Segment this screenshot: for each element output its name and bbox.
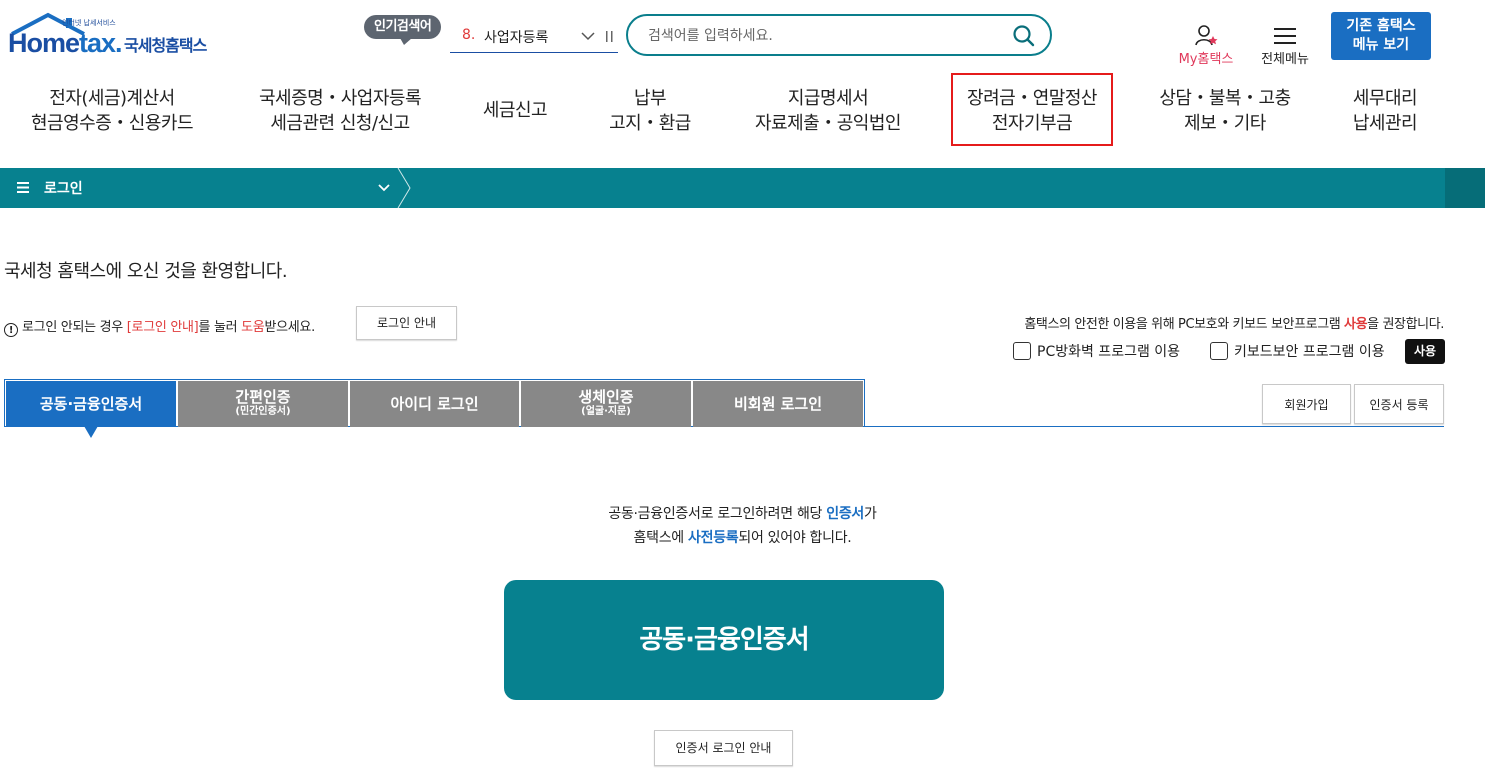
certificate-description-line2: 홈택스에 사전등록되어 있어야 합니다. bbox=[0, 527, 1485, 547]
tab-id-login[interactable]: 아이디 로그인 bbox=[350, 381, 519, 427]
desc2-post: 되어 있어야 합니다. bbox=[738, 530, 852, 546]
certificate-description-line1: 공동·금융인증서로 로그인하려면 해당 인증서가 bbox=[0, 503, 1485, 523]
legacy-menu-button[interactable]: 기존 홈택스 메뉴 보기 bbox=[1331, 12, 1431, 60]
tab-joint-certificate[interactable]: 공동·금융인증서 bbox=[6, 381, 176, 427]
nav-line2: 현금영수증・신용카드 bbox=[30, 113, 194, 134]
nav-line1: 상담・불복・고충 bbox=[1159, 88, 1291, 109]
breadcrumb-current[interactable]: 로그인 bbox=[44, 178, 83, 198]
popular-search-ticker[interactable]: 8. 사업자등록 bbox=[450, 24, 618, 53]
breadcrumb-separator bbox=[397, 168, 411, 208]
menu-list-icon[interactable] bbox=[17, 182, 29, 193]
help-link: [로그인 안내] bbox=[126, 320, 199, 335]
legacy-menu-line2: 메뉴 보기 bbox=[1352, 37, 1410, 53]
nav-line1: 세무대리 bbox=[1352, 88, 1418, 109]
logo-home-text: Home bbox=[8, 28, 80, 58]
chevron-down-icon[interactable] bbox=[378, 184, 390, 192]
all-menu-button[interactable]: 전체메뉴 bbox=[1258, 24, 1312, 68]
tab-guest-login[interactable]: 비회원 로그인 bbox=[693, 381, 863, 427]
help-post: 받으세요. bbox=[264, 320, 315, 335]
nav-tax-filing[interactable]: 세금신고 bbox=[470, 98, 560, 123]
search-input[interactable] bbox=[646, 24, 1010, 48]
nav-line1: 지급명세서 bbox=[787, 88, 869, 109]
help-mid: 를 눌러 bbox=[198, 320, 242, 335]
desc2-blue: 사전등록 bbox=[688, 530, 739, 546]
certificate-login-button[interactable]: 공동·금융인증서 bbox=[504, 580, 944, 700]
nav-payment[interactable]: 납부고지・환급 bbox=[595, 86, 705, 136]
security-post: 을 권장합니다. bbox=[1367, 317, 1444, 332]
pause-icon[interactable] bbox=[605, 30, 615, 43]
tab-sublabel: (민간인증서) bbox=[235, 406, 291, 417]
firewall-label: PC방화벽 프로그램 이용 bbox=[1037, 344, 1181, 360]
popular-word[interactable]: 사업자등록 bbox=[484, 27, 548, 47]
login-help-text: ! 로그인 안되는 경우 [로그인 안내]를 눌러 도움받으세요. bbox=[4, 316, 315, 337]
nav-line1: 전자(세금)계산서 bbox=[49, 88, 175, 109]
popular-search-badge: 인기검색어 bbox=[364, 15, 442, 39]
tab-label: 공동·금융인증서 bbox=[39, 395, 143, 413]
certificate-register-button[interactable]: 인증서 등록 bbox=[1354, 384, 1444, 424]
tab-simple-auth[interactable]: 간편인증 (민간인증서) bbox=[178, 381, 348, 427]
all-menu-label: 전체메뉴 bbox=[1261, 52, 1309, 67]
desc1-blue: 인증서 bbox=[826, 506, 865, 522]
search-icon[interactable] bbox=[1012, 24, 1036, 48]
help-red: 도움 bbox=[241, 320, 265, 335]
keyboard-security-checkbox[interactable]: 키보드보안 프로그램 이용 bbox=[1210, 341, 1385, 361]
nav-line2: 세금관련 신청/신고 bbox=[270, 113, 410, 134]
breadcrumb-bar-end bbox=[1445, 168, 1485, 208]
user-star-icon bbox=[1195, 25, 1218, 46]
nav-consultation[interactable]: 상담・불복・고충제보・기타 bbox=[1145, 86, 1305, 136]
popular-rank: 8. bbox=[462, 27, 476, 43]
active-tab-pointer bbox=[84, 426, 98, 438]
info-icon: ! bbox=[4, 323, 18, 337]
nav-line2: 납세관리 bbox=[1352, 113, 1418, 134]
nav-line2: 고지・환급 bbox=[609, 113, 691, 134]
badge-pointer-icon bbox=[400, 38, 412, 45]
nav-line1: 국세증명・사업자등록 bbox=[258, 88, 422, 109]
logo-korean-name: 국세청홈택스 bbox=[124, 36, 207, 55]
checkbox[interactable] bbox=[1210, 342, 1228, 360]
security-red: 사용 bbox=[1344, 317, 1368, 332]
help-pre: 로그인 안되는 경우 bbox=[22, 320, 127, 335]
nav-certificates[interactable]: 국세증명・사업자등록세금관련 신청/신고 bbox=[242, 86, 438, 136]
checkbox[interactable] bbox=[1013, 342, 1031, 360]
nav-highlight-box bbox=[951, 73, 1113, 146]
tab-label: 비회원 로그인 bbox=[733, 395, 823, 413]
tab-label: 간편인증 bbox=[235, 388, 291, 406]
desc2-pre: 홈택스에 bbox=[633, 530, 689, 546]
desc1-post: 가 bbox=[864, 506, 877, 522]
tab-label: 생체인증 bbox=[578, 388, 634, 406]
my-hometax-label: My홈택스 bbox=[1178, 52, 1234, 67]
nav-line2: 자료제출・공익법인 bbox=[755, 113, 901, 134]
nav-payment-statement[interactable]: 지급명세서자료제출・공익법인 bbox=[742, 86, 914, 136]
welcome-heading: 국세청 홈택스에 오신 것을 환영합니다. bbox=[4, 261, 288, 282]
my-hometax-button[interactable]: My홈택스 bbox=[1176, 24, 1236, 68]
certificate-login-guide-button[interactable]: 인증서 로그인 안내 bbox=[654, 730, 793, 766]
nav-tax-agent[interactable]: 세무대리납세관리 bbox=[1340, 86, 1430, 136]
legacy-menu-line1: 기존 홈택스 bbox=[1346, 18, 1416, 34]
login-guide-button[interactable]: 로그인 안내 bbox=[356, 306, 457, 340]
sign-up-button[interactable]: 회원가입 bbox=[1262, 384, 1351, 424]
hometax-logo[interactable]: 인터넷 납세서비스 Hometax. 국세청홈택스 bbox=[6, 12, 226, 62]
nav-line2: 제보・기타 bbox=[1184, 113, 1266, 134]
keyboard-label: 키보드보안 프로그램 이용 bbox=[1234, 344, 1385, 360]
logo-tagline: 인터넷 납세서비스 bbox=[62, 19, 116, 27]
nav-e-invoice[interactable]: 전자(세금)계산서현금영수증・신용카드 bbox=[22, 86, 202, 136]
nav-line1: 세금신고 bbox=[482, 100, 548, 121]
security-notice: 홈택스의 안전한 이용을 위해 PC보호와 키보드 보안프로그램 사용을 권장합… bbox=[1024, 313, 1444, 332]
desc1-pre: 공동·금융인증서로 로그인하려면 해당 bbox=[608, 506, 827, 522]
tab-biometric[interactable]: 생체인증 (얼굴·지문) bbox=[521, 381, 691, 427]
security-pre: 홈택스의 안전한 이용을 위해 PC보호와 키보드 보안프로그램 bbox=[1024, 317, 1345, 332]
chevron-down-icon[interactable] bbox=[581, 32, 595, 41]
breadcrumb-bar: 로그인 bbox=[0, 168, 1485, 208]
tab-sublabel: (얼굴·지문) bbox=[581, 406, 631, 417]
search-box[interactable] bbox=[626, 14, 1052, 56]
tab-label: 아이디 로그인 bbox=[390, 395, 479, 413]
hamburger-icon bbox=[1274, 28, 1296, 44]
logo-tax-text: tax. bbox=[79, 28, 123, 58]
firewall-checkbox[interactable]: PC방화벽 프로그램 이용 bbox=[1013, 341, 1180, 361]
use-button[interactable]: 사용 bbox=[1405, 339, 1445, 364]
nav-line1: 납부 bbox=[633, 88, 667, 109]
